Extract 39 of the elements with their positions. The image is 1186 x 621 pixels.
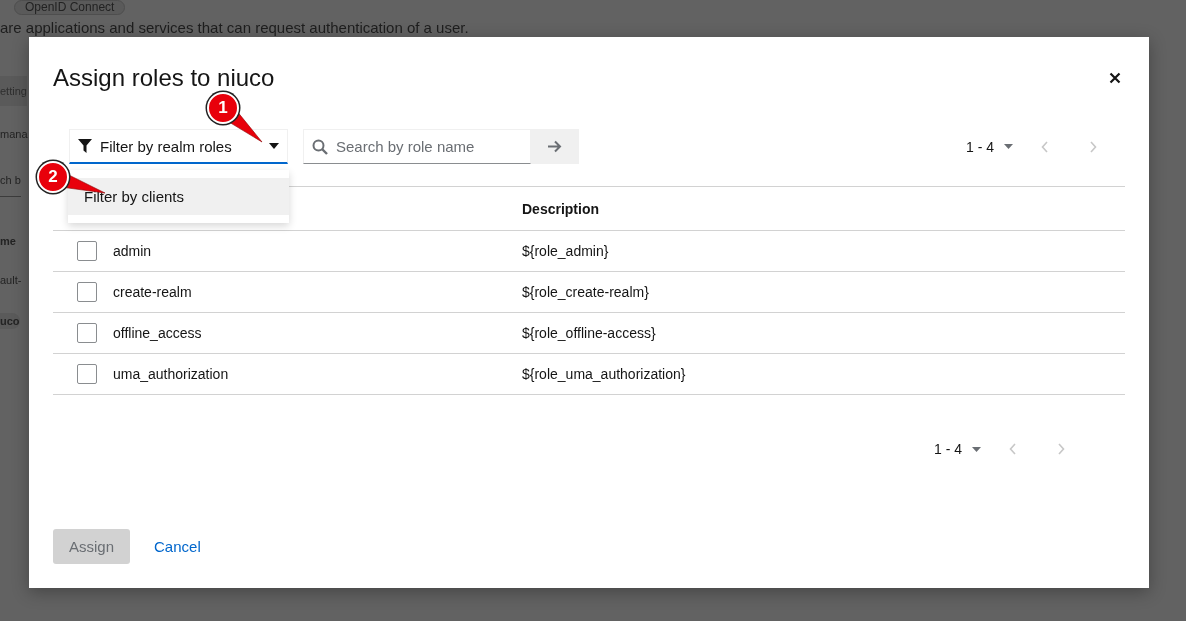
per-page-toggle[interactable]: 1 - 4 [926, 435, 989, 463]
checkbox[interactable] [77, 364, 97, 384]
search-field[interactable]: Search by role name [303, 129, 531, 164]
dialog-title: Assign roles to niuco [53, 64, 275, 92]
table-cell: ault- [0, 274, 22, 286]
close-icon [1109, 72, 1121, 84]
chevron-right-icon [1057, 443, 1065, 455]
checkbox[interactable] [77, 241, 97, 261]
field-label: mana [0, 128, 28, 140]
role-description: ${role_offline-access} [522, 325, 657, 341]
chevron-left-icon [1009, 443, 1017, 455]
role-name: uma_authorization [113, 366, 230, 382]
page-description: are applications and services that can request authentication of a user. [0, 19, 470, 36]
arrow-right-icon [548, 140, 562, 153]
per-page-toggle[interactable]: 1 - 4 [958, 132, 1021, 161]
protocol-badge: OpenID Connect [14, 0, 126, 15]
filter-dropdown[interactable]: Filter by realm roles [69, 129, 288, 164]
column-header: me [0, 235, 16, 247]
role-description: ${role_admin} [522, 243, 610, 259]
user-badge: uco [0, 313, 20, 329]
menu-item[interactable]: Filter by clients [68, 178, 289, 215]
column-header: Description [522, 200, 600, 217]
caret-icon [269, 143, 279, 149]
caret-icon [972, 446, 981, 452]
filter-icon [78, 139, 92, 153]
checkbox[interactable] [77, 282, 97, 302]
checkbox[interactable] [77, 323, 97, 343]
cancel-link[interactable]: Cancel [138, 529, 217, 564]
search-button[interactable] [531, 129, 579, 164]
role-description: ${role_create-realm} [522, 284, 650, 300]
chevron-left-icon [1041, 140, 1049, 153]
step-number-badge: 1 [207, 92, 239, 124]
chevron-right-icon [1089, 140, 1097, 153]
role-name: offline_access [113, 325, 203, 341]
role-name: admin [113, 243, 153, 259]
role-description: ${role_uma_authorization} [522, 366, 687, 382]
role-name: create-realm [113, 284, 193, 300]
step-number-badge: 2 [37, 161, 69, 193]
caret-icon [1004, 144, 1013, 149]
